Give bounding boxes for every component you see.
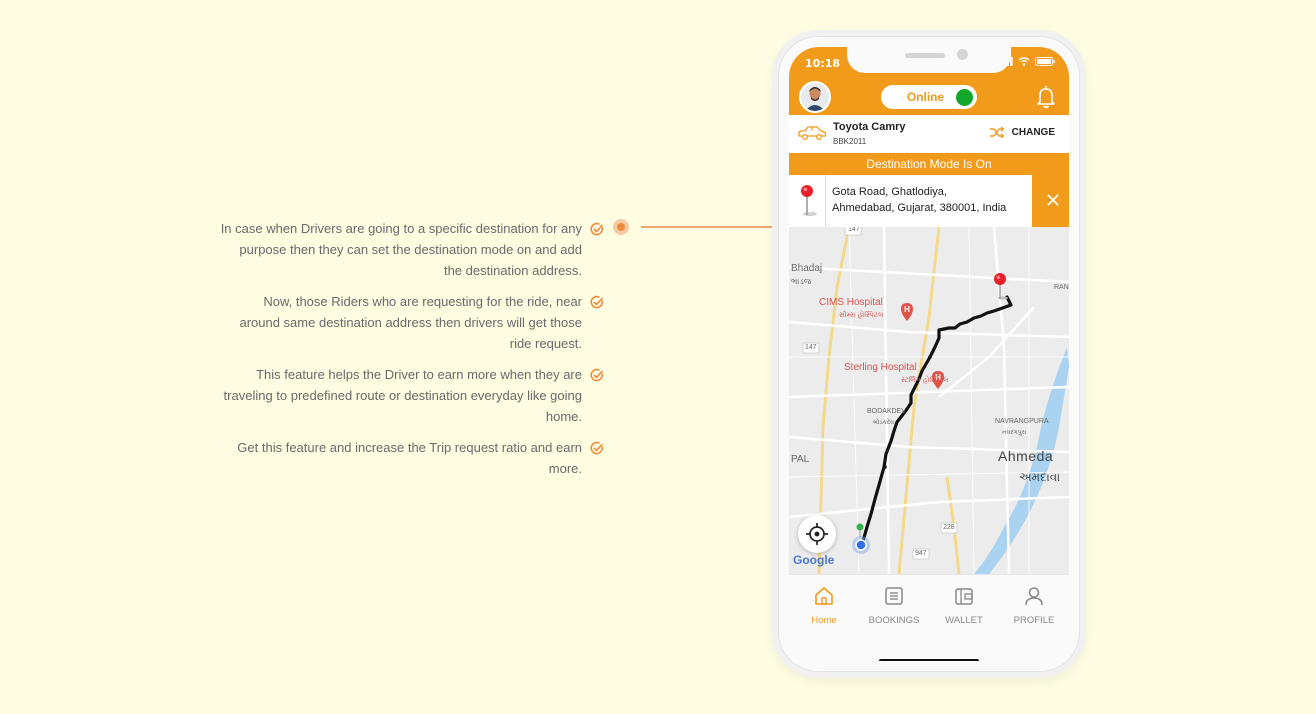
map-label-sterling: Sterling Hospital	[844, 362, 917, 373]
vehicle-name: Toyota Camry	[833, 121, 906, 133]
driver-avatar-icon	[801, 83, 829, 111]
destination-pin	[789, 175, 826, 227]
check-circle-icon	[590, 368, 604, 382]
map-label-bodakdev-gu: બોડકદેવ	[873, 419, 894, 426]
change-vehicle-label: CHANGE	[1011, 127, 1055, 138]
tab-home[interactable]: Home	[789, 585, 859, 626]
map-label-bhadaj: Bhadaj	[791, 263, 823, 274]
phone-speaker	[905, 53, 945, 58]
map-label-ahmedabad: Ahmeda	[998, 448, 1054, 464]
destination-address: Gota Road, Ghatlodiya, Ahmedabad, Gujara…	[832, 184, 1032, 216]
map-label-navrangpura-gu: નવરંગપુરા	[1002, 429, 1027, 436]
check-circle-icon	[590, 295, 604, 309]
phone-screen: 10:18 Online Toyota Camry BBK2011 CHANGE	[789, 47, 1069, 661]
map-label-bodakdev: BODAKDEV	[867, 408, 906, 415]
svg-text:H: H	[904, 305, 910, 314]
feature-item: Get this feature and increase the Trip r…	[220, 437, 610, 479]
connector-line	[641, 226, 781, 228]
destination-address-line1: Gota Road, Ghatlodiya,	[832, 186, 947, 198]
online-toggle-knob	[956, 88, 973, 106]
map-label-bhadaj-gu: ભાડજ	[791, 277, 812, 286]
bell-icon[interactable]	[1035, 85, 1057, 109]
tab-wallet-label: WALLET	[945, 615, 983, 626]
map-label-navrangpura: NAVRANGPURA	[995, 418, 1049, 425]
feature-text: This feature helps the Driver to earn mo…	[223, 367, 582, 424]
map-label-road-947: 947	[915, 550, 927, 557]
vehicle-row: Toyota Camry BBK2011 CHANGE	[789, 115, 1069, 155]
google-logo: Google	[793, 553, 835, 567]
phone-camera	[957, 49, 968, 60]
connector-dot	[613, 219, 629, 235]
tab-bookings[interactable]: BOOKINGS	[859, 585, 929, 626]
tab-wallet[interactable]: WALLET	[929, 585, 999, 626]
tab-bookings-label: BOOKINGS	[868, 615, 920, 626]
tab-profile[interactable]: PROFILE	[999, 585, 1069, 626]
list-icon	[885, 587, 903, 605]
map-label-road-147b: 147	[805, 344, 817, 351]
close-icon[interactable]	[1045, 191, 1061, 209]
feature-text: Now, those Riders who are requesting for…	[239, 294, 582, 351]
feature-list: In case when Drivers are going to a spec…	[220, 218, 610, 489]
online-toggle[interactable]: Online	[881, 85, 977, 109]
online-toggle-label: Online	[906, 90, 945, 104]
check-circle-icon	[590, 441, 604, 455]
wallet-icon	[955, 588, 973, 605]
destination-mode-banner: Destination Mode Is On	[789, 153, 1069, 175]
phone-notch	[847, 47, 1011, 73]
home-icon	[815, 587, 833, 605]
feature-text: In case when Drivers are going to a spec…	[220, 221, 582, 278]
destination-card: Gota Road, Ghatlodiya, Ahmedabad, Gujara…	[789, 175, 1069, 227]
destination-address-line2: Ahmedabad, Gujarat, 380001, India	[832, 202, 1007, 214]
map-view[interactable]: H H 147 147 228 947 Bhadaj ભાડજ CIMS Hos…	[789, 227, 1069, 574]
my-location-button[interactable]	[798, 515, 836, 553]
status-time: 10:18	[805, 57, 841, 70]
map-label-ahmedabad-gu: અમદાવા	[1019, 470, 1061, 484]
feature-item: This feature helps the Driver to earn mo…	[220, 364, 610, 427]
tab-home-label: Home	[811, 615, 837, 626]
wifi-icon	[1018, 57, 1030, 66]
car-icon	[798, 126, 827, 140]
feature-item: In case when Drivers are going to a spec…	[220, 218, 610, 281]
map-label-road-228: 228	[943, 524, 955, 531]
map-pin-icon	[801, 185, 817, 216]
vehicle-plate: BBK2011	[833, 137, 867, 146]
map-label-pal: PAL	[791, 454, 810, 465]
check-circle-icon	[590, 222, 604, 236]
map-label-road-147a: 147	[848, 227, 860, 233]
change-vehicle-button[interactable]: CHANGE	[989, 127, 1055, 138]
bottom-tab-bar: Home BOOKINGS WALLET PROFILE	[789, 574, 1069, 661]
home-indicator	[879, 659, 979, 661]
phone-mockup: 10:18 Online Toyota Camry BBK2011 CHANGE	[778, 36, 1080, 672]
battery-icon	[1035, 57, 1055, 66]
shuffle-icon	[989, 127, 1004, 138]
map-label-cims: CIMS Hospital	[819, 297, 883, 308]
crosshair-icon	[806, 523, 828, 545]
feature-text: Get this feature and increase the Trip r…	[237, 440, 582, 476]
user-icon	[1025, 587, 1043, 606]
destination-address-box[interactable]: Gota Road, Ghatlodiya, Ahmedabad, Gujara…	[789, 175, 1032, 227]
avatar[interactable]	[799, 81, 831, 113]
map-label-cims-gu: સીમ્સ હોસ્પિટલ	[839, 311, 884, 319]
map-label-ran: RAN	[1054, 284, 1069, 291]
map-label-sterling-gu: સ્ટર્લિંગ હોસ્પિટલ	[901, 376, 949, 384]
tab-profile-label: PROFILE	[1013, 615, 1055, 626]
feature-item: Now, those Riders who are requesting for…	[220, 291, 610, 354]
